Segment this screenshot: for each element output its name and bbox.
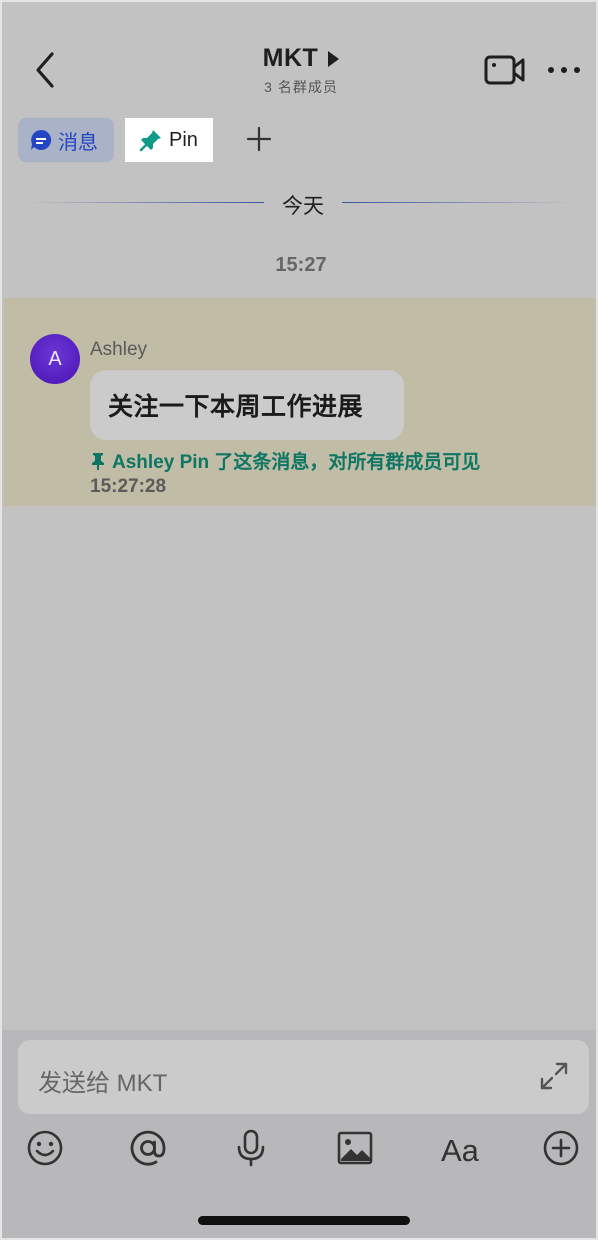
message-bubble-icon [31, 129, 52, 150]
pin-icon [139, 130, 161, 152]
text-format-icon[interactable]: Aa [439, 1128, 481, 1168]
pin-notice-text: Ashley Pin 了这条消息，对所有群成员可见 [112, 452, 481, 473]
mention-icon[interactable] [128, 1128, 168, 1168]
home-indicator[interactable] [198, 1216, 410, 1225]
day-divider: 今天 [28, 188, 574, 218]
message-text: 关注一下本周工作进展 [108, 393, 364, 421]
tab-messages[interactable]: 消息 [18, 118, 114, 162]
chat-title[interactable]: MKT [263, 44, 340, 73]
sender-name[interactable]: Ashley [90, 339, 147, 361]
tab-messages-label: 消息 [58, 131, 98, 154]
avatar[interactable]: A [30, 334, 80, 384]
microphone-icon[interactable] [231, 1128, 271, 1168]
video-call-icon[interactable] [484, 54, 526, 86]
chat-title-text: MKT [262, 44, 319, 72]
emoji-icon[interactable] [25, 1128, 65, 1168]
chat-screen: MKT 3 名群成员 消息 Pin 今天 15:27 A Ashley 关注一下… [0, 0, 598, 1240]
chat-header: MKT 3 名群成员 [2, 2, 596, 112]
pin-icon [92, 452, 104, 470]
add-tab-icon[interactable] [246, 126, 272, 152]
image-icon[interactable] [335, 1128, 375, 1168]
pin-notice: Ashley Pin 了这条消息，对所有群成员可见 [90, 447, 480, 474]
message-input-placeholder: 发送给 MKT [38, 1070, 168, 1097]
message-timestamp: 15:27:28 [90, 476, 167, 497]
message-input[interactable]: 发送给 MKT [18, 1040, 589, 1114]
day-label: 今天 [282, 195, 324, 218]
add-icon[interactable] [541, 1128, 581, 1168]
time-separator: 15:27 [275, 254, 327, 276]
text-format-label: Aa [441, 1133, 480, 1168]
avatar-letter: A [48, 347, 62, 370]
expand-icon[interactable] [538, 1060, 570, 1092]
divider-line [28, 202, 264, 203]
divider-line [342, 202, 574, 203]
more-options-icon[interactable] [546, 62, 582, 78]
message-bubble[interactable]: 关注一下本周工作进展 [90, 370, 404, 440]
tab-pin[interactable]: Pin [125, 118, 213, 162]
tab-pin-label: Pin [169, 128, 198, 151]
expand-caret-icon [328, 50, 340, 67]
